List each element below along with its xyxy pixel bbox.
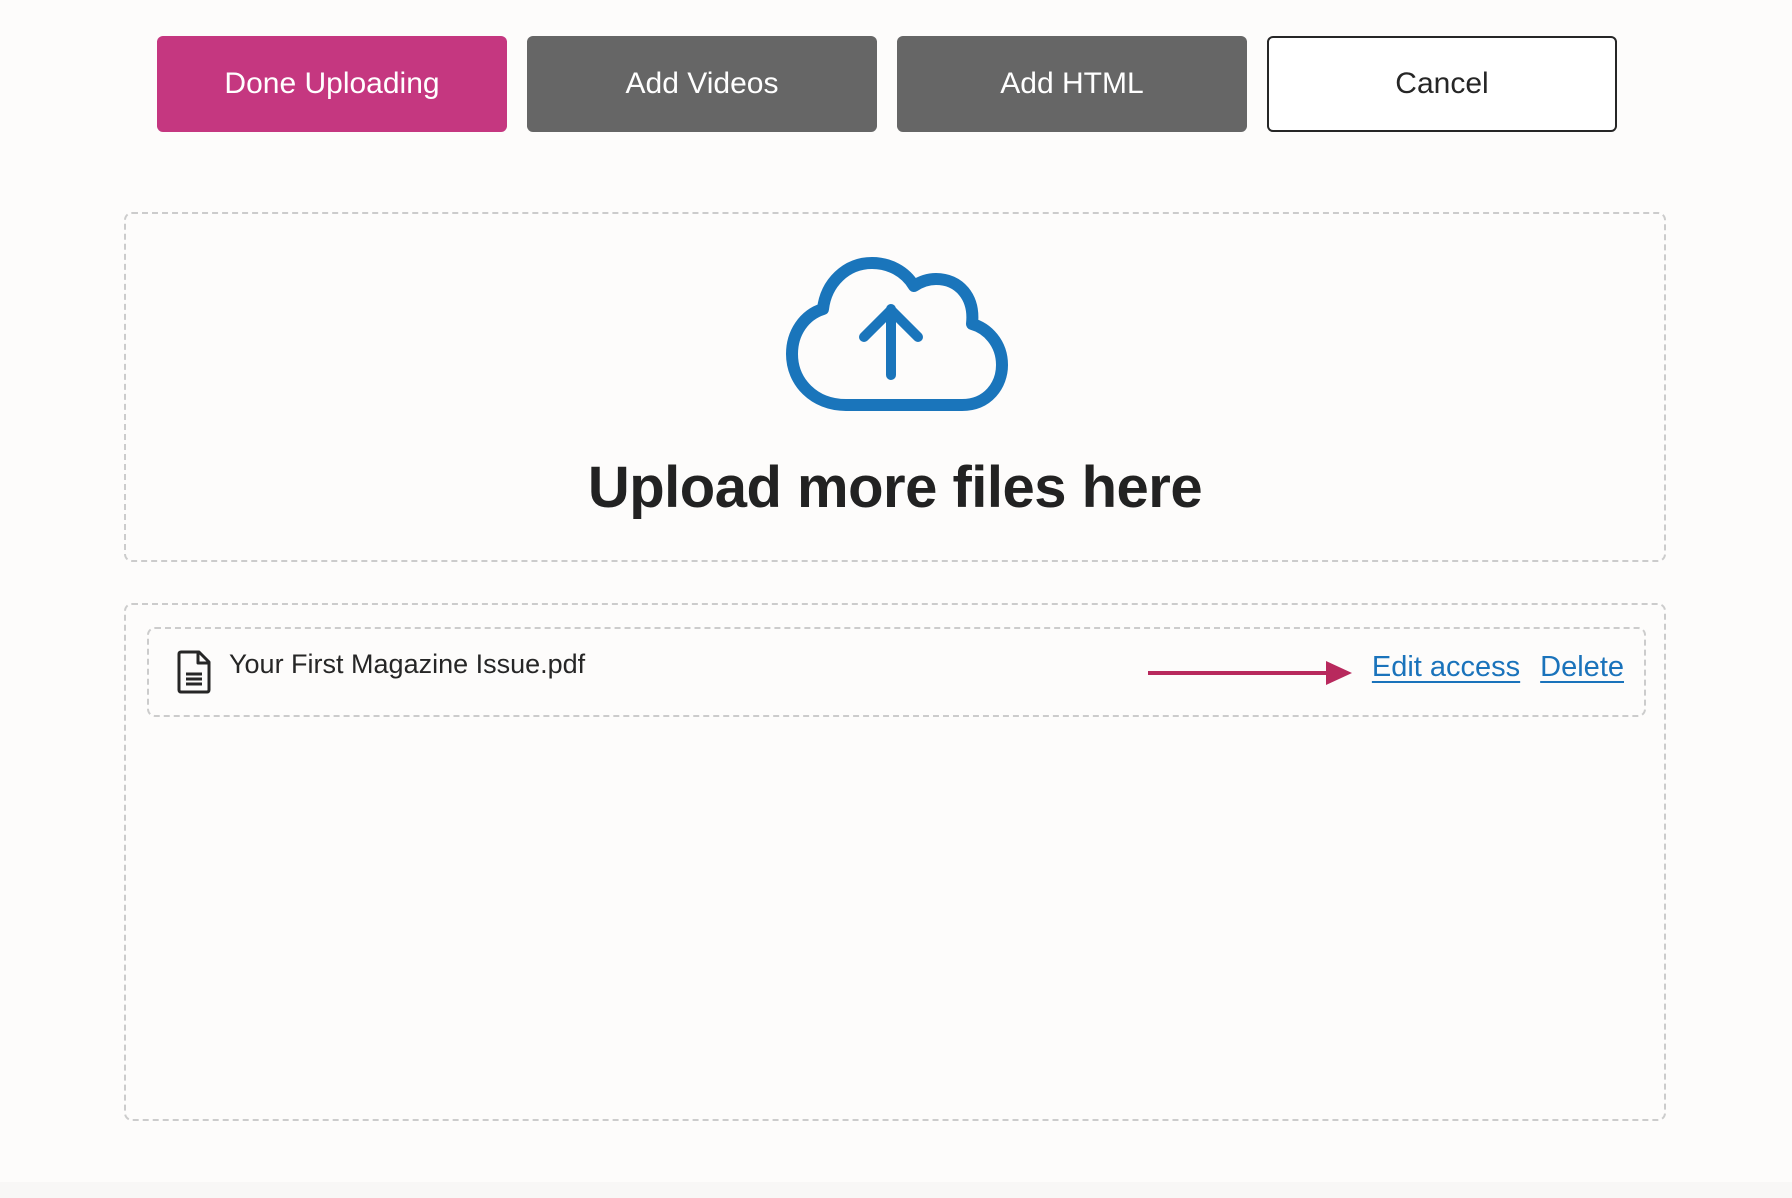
delete-link[interactable]: Delete bbox=[1540, 651, 1624, 684]
add-videos-button[interactable]: Add Videos bbox=[527, 36, 877, 132]
file-actions: Edit access Delete bbox=[1372, 651, 1624, 684]
dropzone-title: Upload more files here bbox=[587, 455, 1203, 520]
document-icon bbox=[177, 650, 211, 694]
done-uploading-button[interactable]: Done Uploading bbox=[157, 36, 507, 132]
upload-toolbar: Done Uploading Add Videos Add HTML Cance… bbox=[157, 36, 1617, 132]
uploaded-file-list: Your First Magazine Issue.pdf Edit acces… bbox=[124, 603, 1666, 1121]
add-html-button[interactable]: Add HTML bbox=[897, 36, 1247, 132]
arrow-right-icon bbox=[1148, 661, 1352, 685]
file-name: Your First Magazine Issue.pdf bbox=[229, 649, 586, 679]
cloud-upload-icon bbox=[786, 257, 1008, 411]
page-footer-strip bbox=[0, 1182, 1792, 1198]
file-list-item: Your First Magazine Issue.pdf Edit acces… bbox=[147, 627, 1646, 717]
cancel-button[interactable]: Cancel bbox=[1267, 36, 1617, 132]
file-dropzone[interactable]: Upload more files here bbox=[124, 212, 1666, 562]
edit-access-link[interactable]: Edit access bbox=[1372, 651, 1520, 684]
